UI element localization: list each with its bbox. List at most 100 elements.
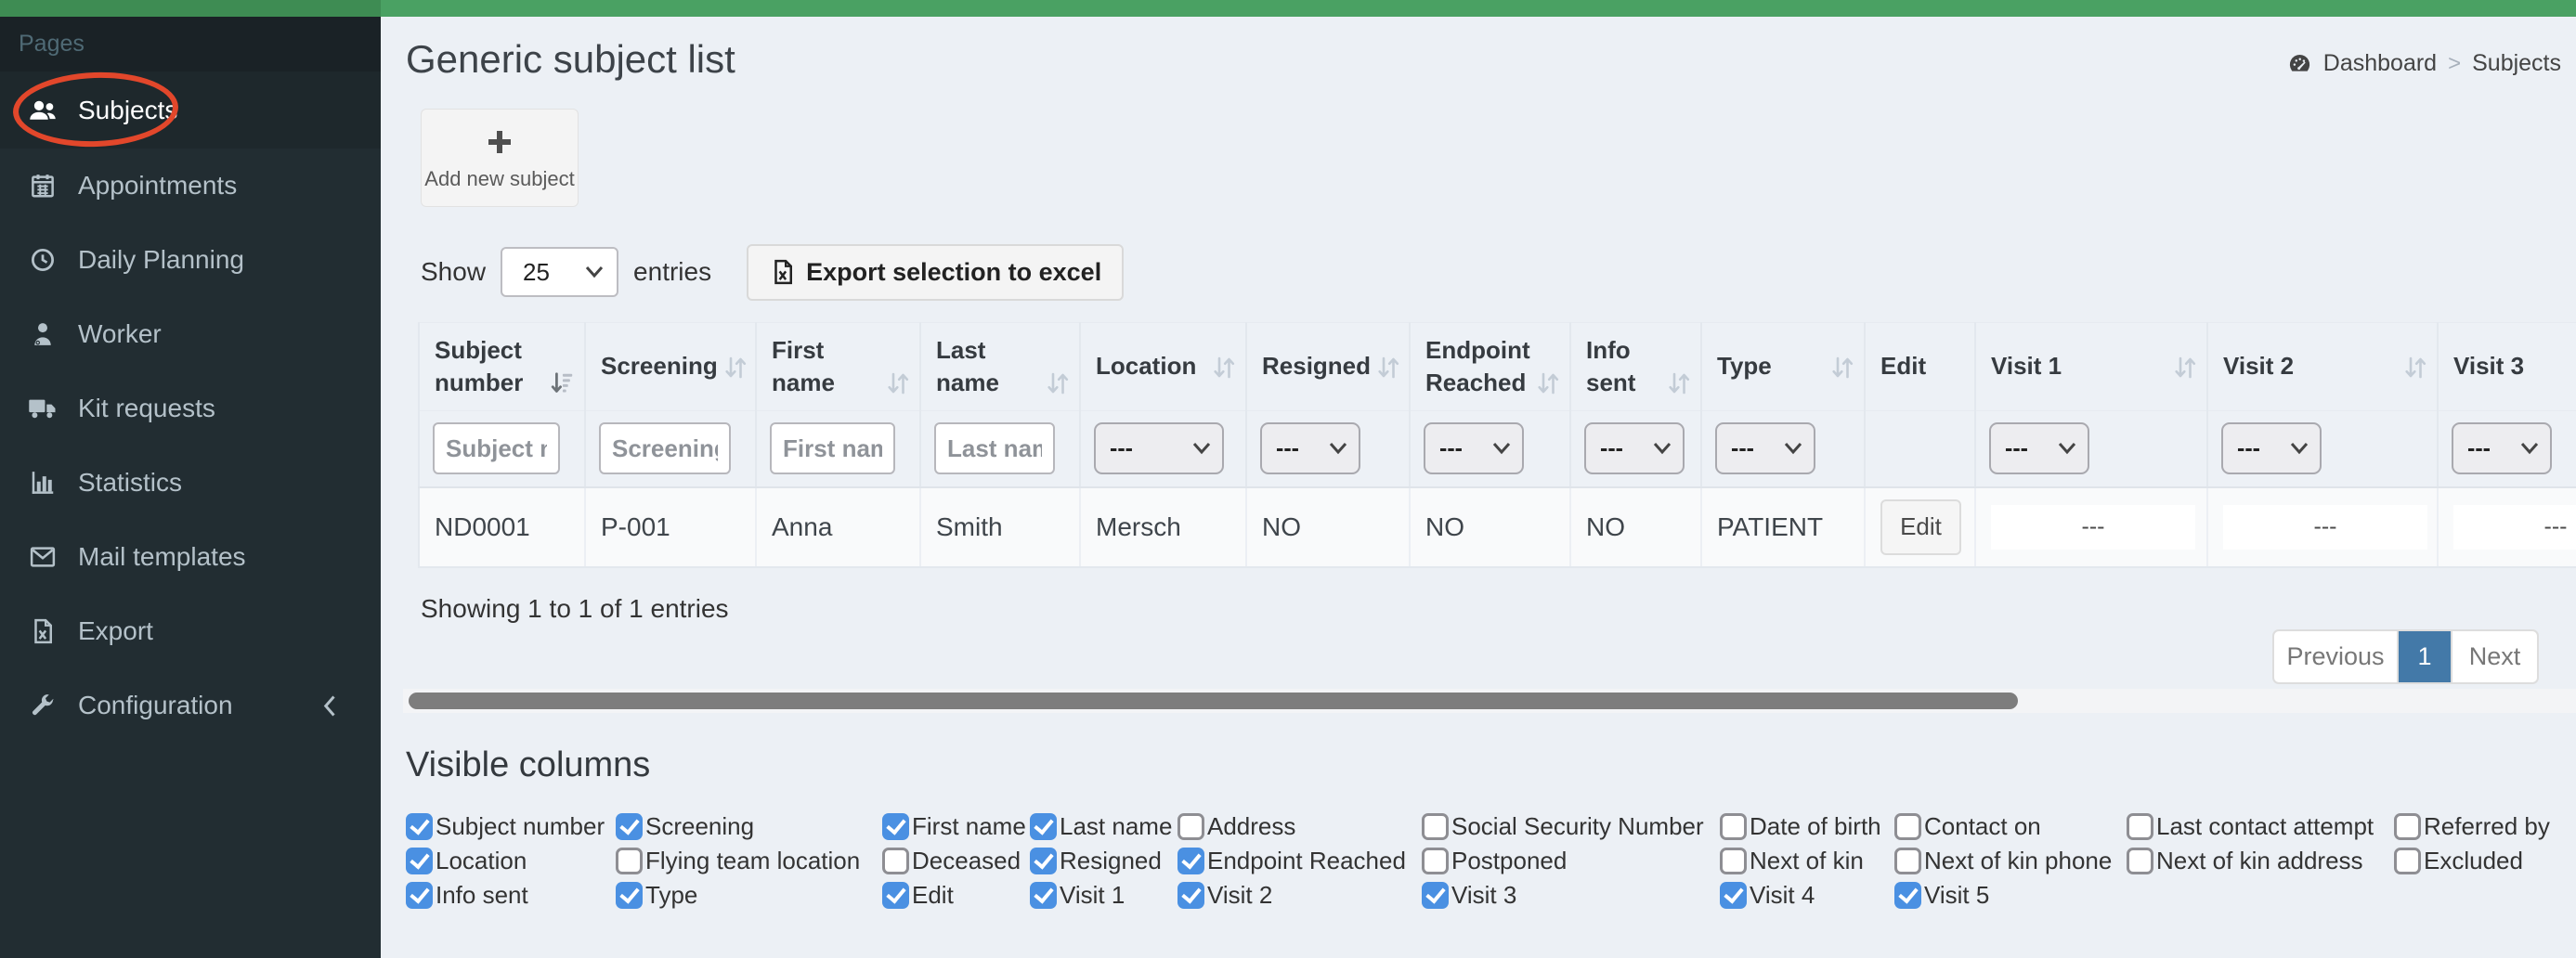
unchecked-checkbox-icon[interactable] <box>2127 848 2153 874</box>
column-toggle-social-security-number[interactable]: Social Security Number <box>1422 812 1720 841</box>
column-header-visit-1[interactable]: Visit 1 <box>1975 322 2208 411</box>
column-toggle-next-of-kin-phone[interactable]: Next of kin phone <box>1894 847 2127 875</box>
filter-select-visit-1[interactable]: --- <box>1989 422 2089 475</box>
column-toggle-edit[interactable]: Edit <box>882 881 1030 910</box>
checked-checkbox-icon[interactable] <box>882 813 909 840</box>
checked-checkbox-icon[interactable] <box>882 882 909 909</box>
column-header-location[interactable]: Location <box>1080 322 1247 411</box>
unchecked-checkbox-icon[interactable] <box>1720 848 1747 874</box>
checked-checkbox-icon[interactable] <box>1177 882 1204 909</box>
filter-input-first-name[interactable] <box>770 422 895 475</box>
pagination-page-1-button[interactable]: 1 <box>2399 631 2452 682</box>
sidebar-item-appointments[interactable]: Appointments <box>0 149 381 223</box>
column-header-type[interactable]: Type <box>1701 322 1866 411</box>
checked-checkbox-icon[interactable] <box>1030 813 1057 840</box>
column-toggle-visit-5[interactable]: Visit 5 <box>1894 881 2127 910</box>
pagination-previous-button[interactable]: Previous <box>2274 631 2399 682</box>
column-toggle-excluded[interactable]: Excluded <box>2394 847 2574 875</box>
sidebar-item-subjects[interactable]: Subjects <box>0 71 381 149</box>
filter-input-subject-number[interactable] <box>433 422 560 475</box>
sidebar-item-worker[interactable]: Worker <box>0 297 381 371</box>
checked-checkbox-icon[interactable] <box>1177 848 1204 874</box>
column-toggle-next-of-kin-address[interactable]: Next of kin address <box>2127 847 2394 875</box>
column-toggle-first-name[interactable]: First name <box>882 812 1030 841</box>
checked-checkbox-icon[interactable] <box>406 848 433 874</box>
visit-value-box[interactable]: --- <box>2223 504 2427 550</box>
column-toggle-endpoint-reached[interactable]: Endpoint Reached <box>1177 847 1422 875</box>
column-toggle-screening[interactable]: Screening <box>616 812 882 841</box>
unchecked-checkbox-icon[interactable] <box>1422 813 1449 840</box>
unchecked-checkbox-icon[interactable] <box>1720 813 1747 840</box>
unchecked-checkbox-icon[interactable] <box>1177 813 1204 840</box>
column-header-subject-number[interactable]: Subject number <box>419 322 586 411</box>
sidebar-item-mail-templates[interactable]: Mail templates <box>0 520 381 594</box>
column-toggle-resigned[interactable]: Resigned <box>1030 847 1177 875</box>
column-header-info-sent[interactable]: Info sent <box>1570 322 1702 411</box>
column-toggle-date-of-birth[interactable]: Date of birth <box>1720 812 1894 841</box>
horizontal-scrollbar-thumb[interactable] <box>409 693 2018 709</box>
export-selection-button[interactable]: Export selection to excel <box>747 243 1125 301</box>
unchecked-checkbox-icon[interactable] <box>2127 813 2153 840</box>
page-size-select[interactable]: 25 <box>501 247 619 297</box>
checked-checkbox-icon[interactable] <box>1030 848 1057 874</box>
column-header-resigned[interactable]: Resigned <box>1246 322 1411 411</box>
edit-button[interactable]: Edit <box>1880 498 1961 555</box>
visit-value-box[interactable]: --- <box>2453 504 2576 550</box>
unchecked-checkbox-icon[interactable] <box>616 848 643 874</box>
column-header-screening[interactable]: Screening <box>585 322 757 411</box>
checked-checkbox-icon[interactable] <box>1030 882 1057 909</box>
column-header-visit-3[interactable]: Visit 3 <box>2438 322 2576 411</box>
filter-select-endpoint-reached[interactable]: --- <box>1424 422 1524 475</box>
sidebar-item-kit-requests[interactable]: Kit requests <box>0 371 381 446</box>
column-toggle-next-of-kin[interactable]: Next of kin <box>1720 847 1894 875</box>
column-toggle-contact-on[interactable]: Contact on <box>1894 812 2127 841</box>
column-toggle-visit-1[interactable]: Visit 1 <box>1030 881 1177 910</box>
unchecked-checkbox-icon[interactable] <box>1422 848 1449 874</box>
filter-input-screening[interactable] <box>599 422 731 475</box>
sidebar-item-daily-planning[interactable]: Daily Planning <box>0 223 381 297</box>
visit-value-box[interactable]: --- <box>1991 504 2195 550</box>
filter-select-resigned[interactable]: --- <box>1260 422 1360 475</box>
column-toggle-type[interactable]: Type <box>616 881 882 910</box>
filter-select-visit-2[interactable]: --- <box>2221 422 2322 475</box>
pagination-next-button[interactable]: Next <box>2452 631 2537 682</box>
column-toggle-location[interactable]: Location <box>406 847 616 875</box>
column-toggle-deceased[interactable]: Deceased <box>882 847 1030 875</box>
column-toggle-referred-by[interactable]: Referred by <box>2394 812 2574 841</box>
breadcrumb-link-dashboard[interactable]: Dashboard <box>2323 50 2437 77</box>
column-toggle-visit-3[interactable]: Visit 3 <box>1422 881 1720 910</box>
column-header-first-name[interactable]: First name <box>756 322 921 411</box>
sidebar-item-export[interactable]: Export <box>0 594 381 668</box>
column-header-last-name[interactable]: Last name <box>920 322 1081 411</box>
column-toggle-visit-2[interactable]: Visit 2 <box>1177 881 1422 910</box>
column-toggle-info-sent[interactable]: Info sent <box>406 881 616 910</box>
checked-checkbox-icon[interactable] <box>1422 882 1449 909</box>
column-toggle-flying-team-location[interactable]: Flying team location <box>616 847 882 875</box>
sidebar-item-statistics[interactable]: Statistics <box>0 446 381 520</box>
unchecked-checkbox-icon[interactable] <box>882 848 909 874</box>
column-toggle-visit-4[interactable]: Visit 4 <box>1720 881 1894 910</box>
sidebar-item-configuration[interactable]: Configuration <box>0 668 381 743</box>
column-header-endpoint-reached[interactable]: Endpoint Reached <box>1410 322 1571 411</box>
column-toggle-address[interactable]: Address <box>1177 812 1422 841</box>
unchecked-checkbox-icon[interactable] <box>2394 813 2421 840</box>
add-new-subject-button[interactable]: Add new subject <box>421 109 579 207</box>
filter-select-type[interactable]: --- <box>1715 422 1815 475</box>
unchecked-checkbox-icon[interactable] <box>1894 848 1921 874</box>
unchecked-checkbox-icon[interactable] <box>1894 813 1921 840</box>
horizontal-scrollbar-track[interactable] <box>403 689 2576 713</box>
checked-checkbox-icon[interactable] <box>1720 882 1747 909</box>
checked-checkbox-icon[interactable] <box>1894 882 1921 909</box>
filter-select-location[interactable]: --- <box>1094 422 1224 475</box>
filter-input-last-name[interactable] <box>934 422 1055 475</box>
checked-checkbox-icon[interactable] <box>406 813 433 840</box>
column-toggle-subject-number[interactable]: Subject number <box>406 812 616 841</box>
column-toggle-last-name[interactable]: Last name <box>1030 812 1177 841</box>
checked-checkbox-icon[interactable] <box>616 882 643 909</box>
filter-select-info-sent[interactable]: --- <box>1584 422 1685 475</box>
unchecked-checkbox-icon[interactable] <box>2394 848 2421 874</box>
filter-select-visit-3[interactable]: --- <box>2452 422 2552 475</box>
column-header-visit-2[interactable]: Visit 2 <box>2207 322 2439 411</box>
column-toggle-postponed[interactable]: Postponed <box>1422 847 1720 875</box>
column-toggle-last-contact-attempt[interactable]: Last contact attempt <box>2127 812 2394 841</box>
